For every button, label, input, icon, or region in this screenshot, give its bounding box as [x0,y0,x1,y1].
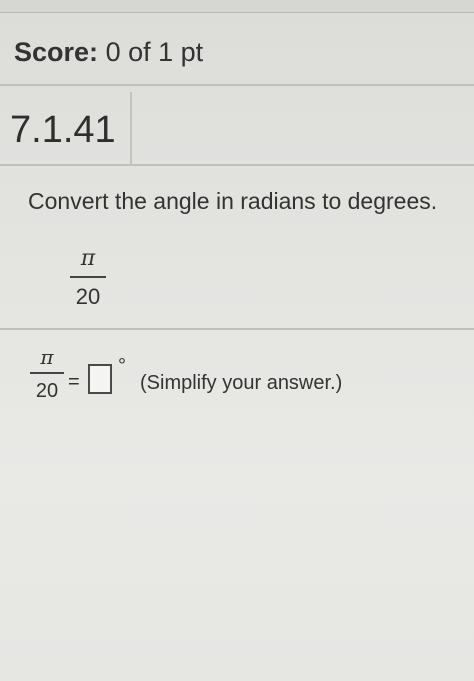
fraction-bar [70,276,106,278]
score-display: Score: 0 of 1 pt [14,32,203,72]
score-divider [0,84,474,86]
answer-angle-denominator: 20 [35,380,59,402]
top-divider-strip [0,0,474,13]
degree-symbol: ° [118,355,126,377]
simplify-hint: (Simplify your answer.) [140,372,343,394]
answer-angle-numerator: π [40,345,54,369]
question-header-divider [0,164,474,166]
score-label: Score: [14,37,99,67]
question-number: 7.1.41 [10,109,116,151]
answer-section-divider [0,328,474,330]
degree-answer-input[interactable] [88,364,112,394]
given-angle-fraction: π 20 [70,244,106,312]
given-angle-denominator: 20 [75,284,101,309]
answer-angle-fraction: π 20 [30,344,64,404]
fraction-bar [30,372,64,374]
score-value: 0 of 1 pt [105,37,204,67]
equals-sign: = [68,371,80,393]
question-instruction: Convert the angle in radians to degrees. [28,188,438,214]
given-angle-numerator: π [80,246,96,271]
